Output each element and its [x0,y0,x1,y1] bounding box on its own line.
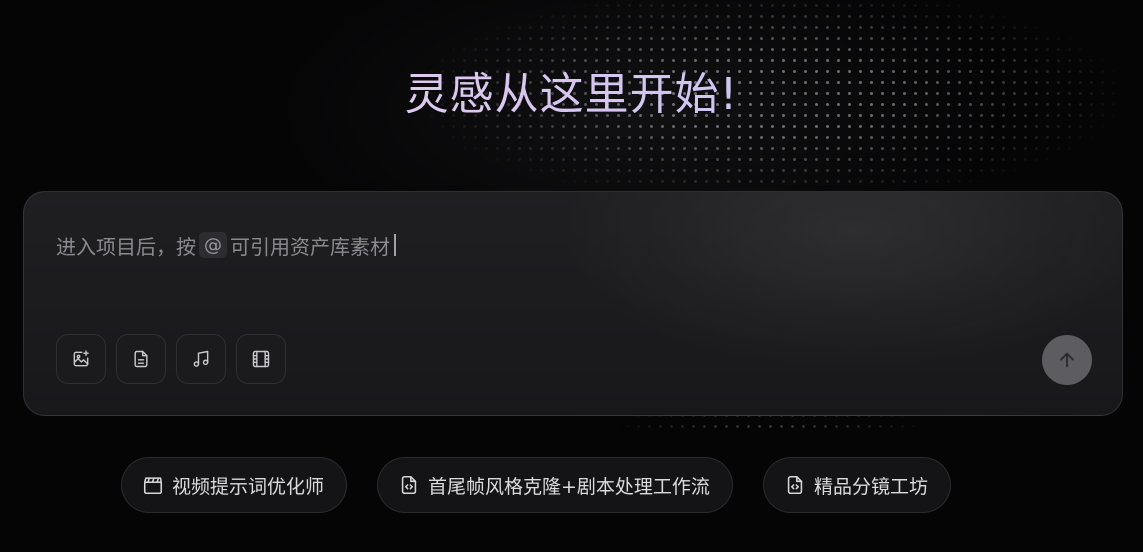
upload-image-button[interactable] [56,334,106,384]
prompt-input[interactable]: 进入项目后，按 @ 可引用资产库素材 [56,230,396,260]
chip-label: 精品分镜工坊 [813,475,928,498]
prompt-composer[interactable]: 进入项目后，按 @ 可引用资产库素材 [23,191,1123,416]
upload-audio-button[interactable] [176,334,226,384]
send-button[interactable] [1042,335,1092,385]
shortcut-storyboard-workshop[interactable]: 精品分镜工坊 [762,457,951,513]
upload-video-button[interactable] [236,334,286,384]
shortcut-video-prompt-optimizer[interactable]: 视频提示词优化师 [121,457,348,513]
code-file-icon [401,475,417,495]
clapperboard-icon [143,477,163,495]
text-caret [394,234,396,256]
arrow-up-icon [1060,352,1074,368]
shortcut-chips: 视频提示词优化师 首尾帧风格克隆+剧本处理工作流 精品分镜工坊 [121,457,951,513]
composer-toolbar [56,334,286,384]
at-mention-chip: @ [199,232,227,258]
page-headline: 灵感从这里开始! [0,58,1143,122]
image-add-icon [73,350,89,367]
chip-label: 首尾帧风格克隆+剧本处理工作流 [428,475,710,498]
shortcut-style-clone-workflow[interactable]: 首尾帧风格克隆+剧本处理工作流 [377,457,733,513]
music-note-icon [193,350,209,367]
film-icon [252,350,270,368]
placeholder-text-start: 进入项目后，按 [56,234,196,259]
chip-label: 视频提示词优化师 [172,475,325,498]
document-icon [134,350,148,368]
upload-document-button[interactable] [116,334,166,384]
placeholder-text-end: 可引用资产库素材 [230,234,390,259]
code-file-icon [787,475,803,495]
